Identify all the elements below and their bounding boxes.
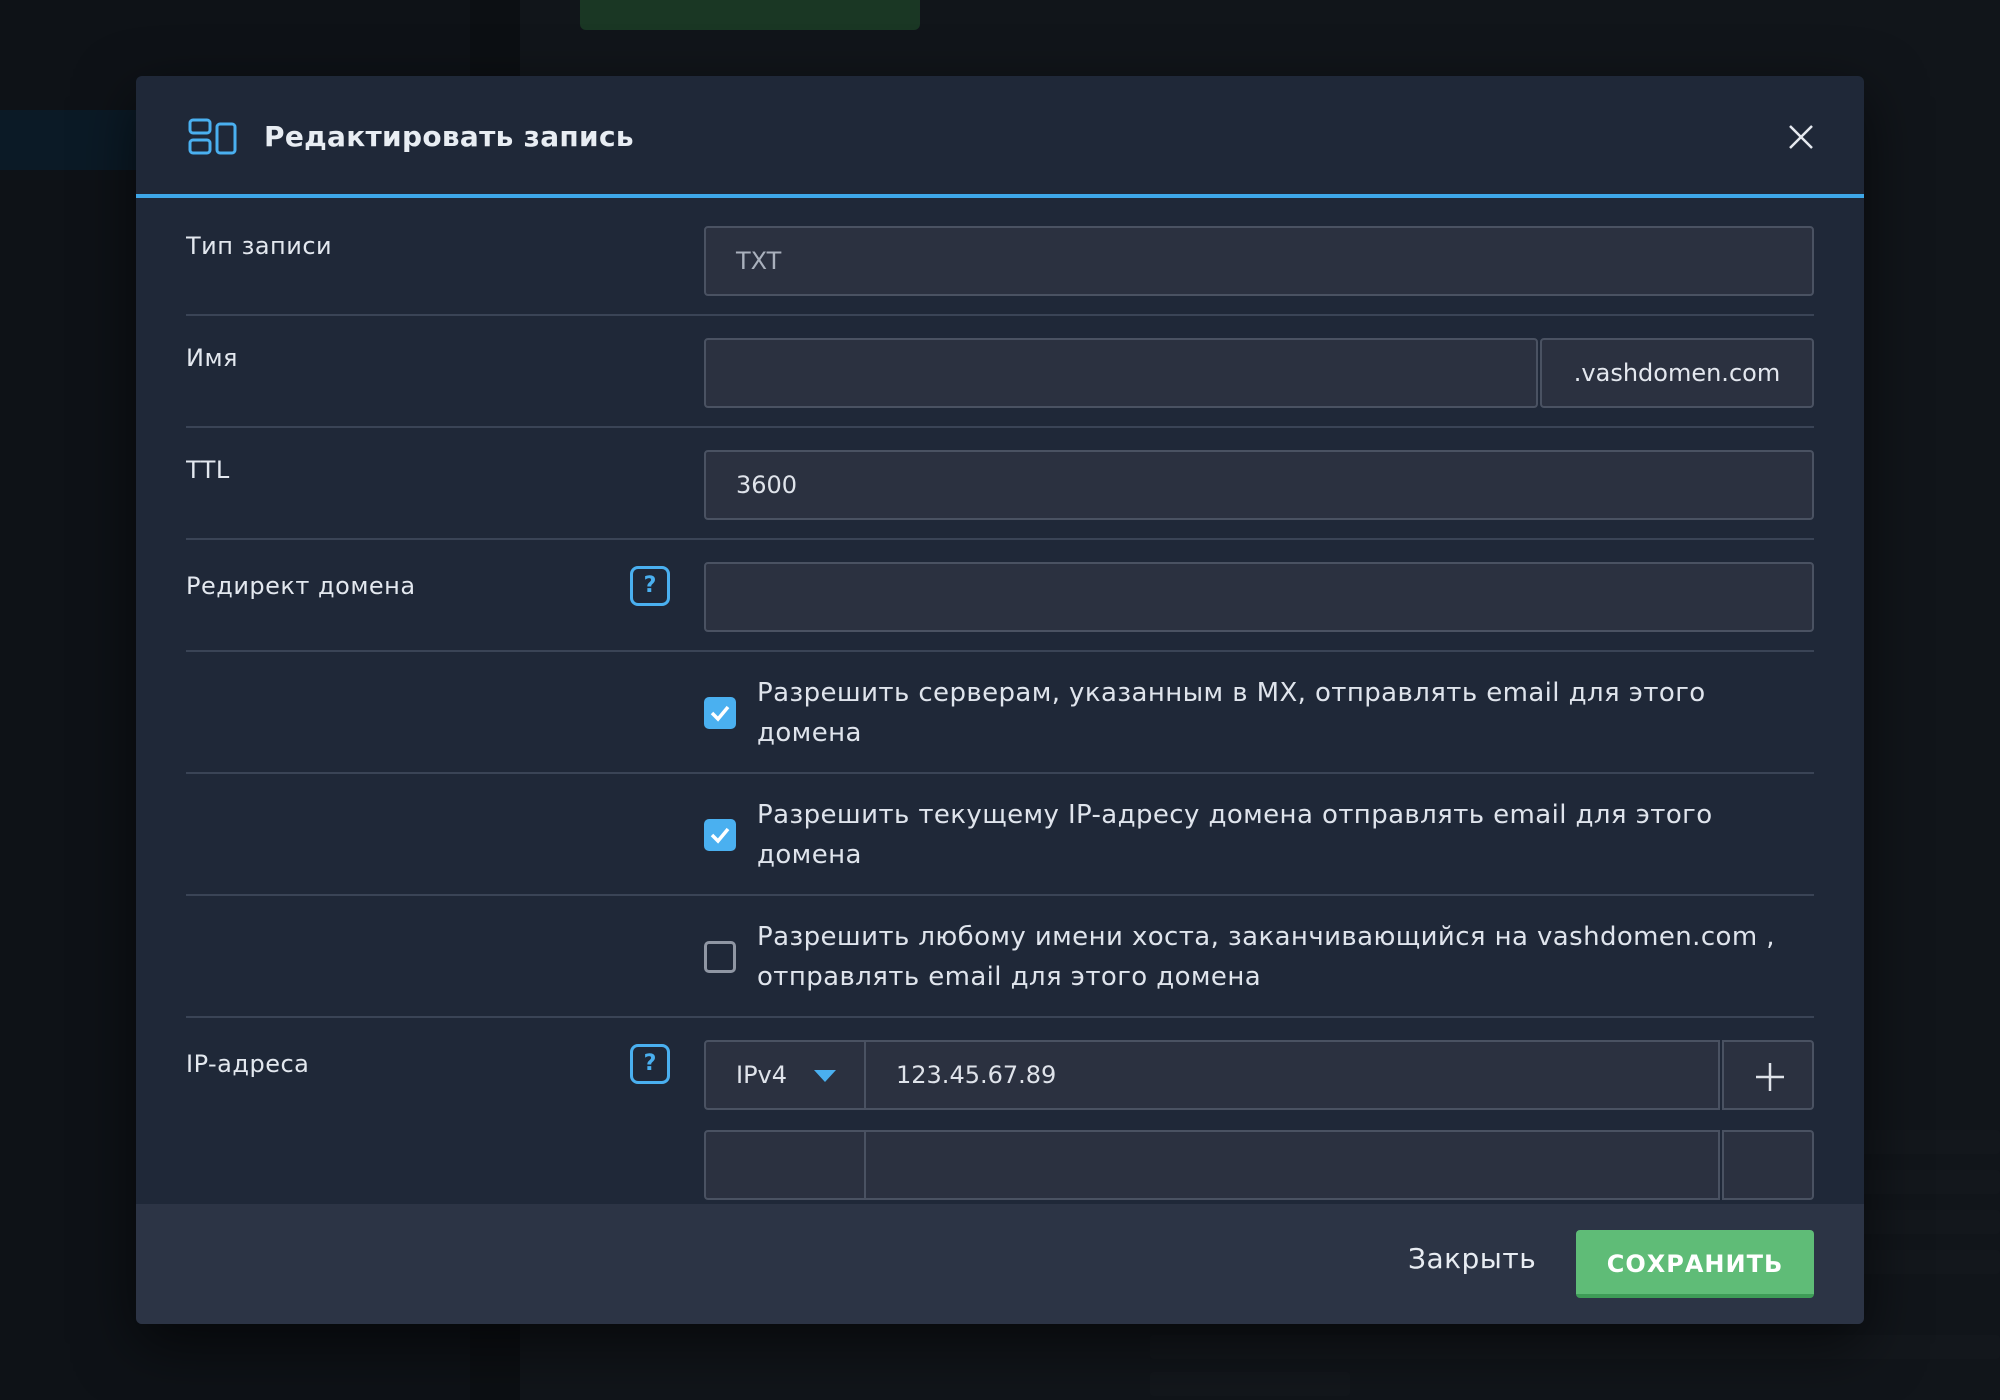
ip-type-select[interactable]: [704, 1130, 866, 1200]
check-icon: [710, 827, 730, 844]
name-input[interactable]: [704, 338, 1538, 408]
dialog-footer: Закрыть СОХРАНИТЬ: [136, 1204, 1864, 1324]
name-row: Имя .vashdomen.com: [186, 316, 1814, 428]
checkbox-row: Разрешить текущему IP-адресу домена отпр…: [186, 774, 1814, 896]
name-label: Имя: [186, 344, 238, 372]
any-hostname-checkbox[interactable]: [704, 941, 736, 973]
ttl-row: TTL 3600: [186, 428, 1814, 540]
any-hostname-label: Разрешить любому имени хоста, заканчиваю…: [757, 922, 1775, 992]
dialog-title: Редактировать запись: [264, 120, 634, 153]
close-button[interactable]: Закрыть: [1408, 1242, 1536, 1275]
domain-suffix: .vashdomen.com: [1540, 338, 1814, 408]
ttl-input[interactable]: 3600: [704, 450, 1814, 520]
record-type-field: TXT: [704, 226, 1814, 296]
record-type-label: Тип записи: [186, 232, 333, 260]
help-icon[interactable]: ?: [630, 1044, 670, 1084]
ip-addresses-label: IP-адреса: [186, 1050, 310, 1078]
domain-redirect-label: Редирект домена: [186, 572, 416, 600]
check-icon: [710, 705, 730, 722]
domain-redirect-row: Редирект домена ?: [186, 540, 1814, 652]
current-ip-label: Разрешить текущему IP-адресу домена отпр…: [757, 800, 1713, 870]
dialog-header: Редактировать запись: [136, 76, 1864, 198]
checkbox-row: Разрешить любому имени хоста, заканчиваю…: [186, 896, 1814, 1018]
ip-address-input[interactable]: [864, 1130, 1720, 1200]
save-button[interactable]: СОХРАНИТЬ: [1576, 1230, 1814, 1298]
mx-servers-label: Разрешить серверам, указанным в MX, отпр…: [757, 678, 1706, 748]
current-ip-checkbox[interactable]: [704, 819, 736, 851]
domain-redirect-input[interactable]: [704, 562, 1814, 632]
checkbox-row: Разрешить серверам, указанным в MX, отпр…: [186, 652, 1814, 774]
close-icon[interactable]: [1784, 120, 1818, 154]
records-icon: [188, 118, 237, 155]
plus-icon: [1756, 1063, 1784, 1091]
dialog-body: Тип записи TXT Имя .vashdomen.com TTL 36…: [186, 202, 1814, 1202]
help-icon[interactable]: ?: [630, 566, 670, 606]
ip-addresses-section: IP-адреса ? IPv4 123.45.67.89: [186, 1018, 1814, 1202]
ttl-label: TTL: [186, 456, 230, 484]
chevron-down-icon: [814, 1070, 836, 1082]
ip-address-input[interactable]: 123.45.67.89: [864, 1040, 1720, 1110]
mx-servers-checkbox[interactable]: [704, 697, 736, 729]
add-ip-button[interactable]: [1722, 1130, 1814, 1200]
ip-type-select[interactable]: IPv4: [704, 1040, 866, 1110]
add-ip-button[interactable]: [1722, 1040, 1814, 1110]
ip-type-value: IPv4: [736, 1061, 788, 1089]
edit-record-dialog: Редактировать запись Тип записи TXT Имя …: [136, 76, 1864, 1324]
record-type-row: Тип записи TXT: [186, 202, 1814, 316]
